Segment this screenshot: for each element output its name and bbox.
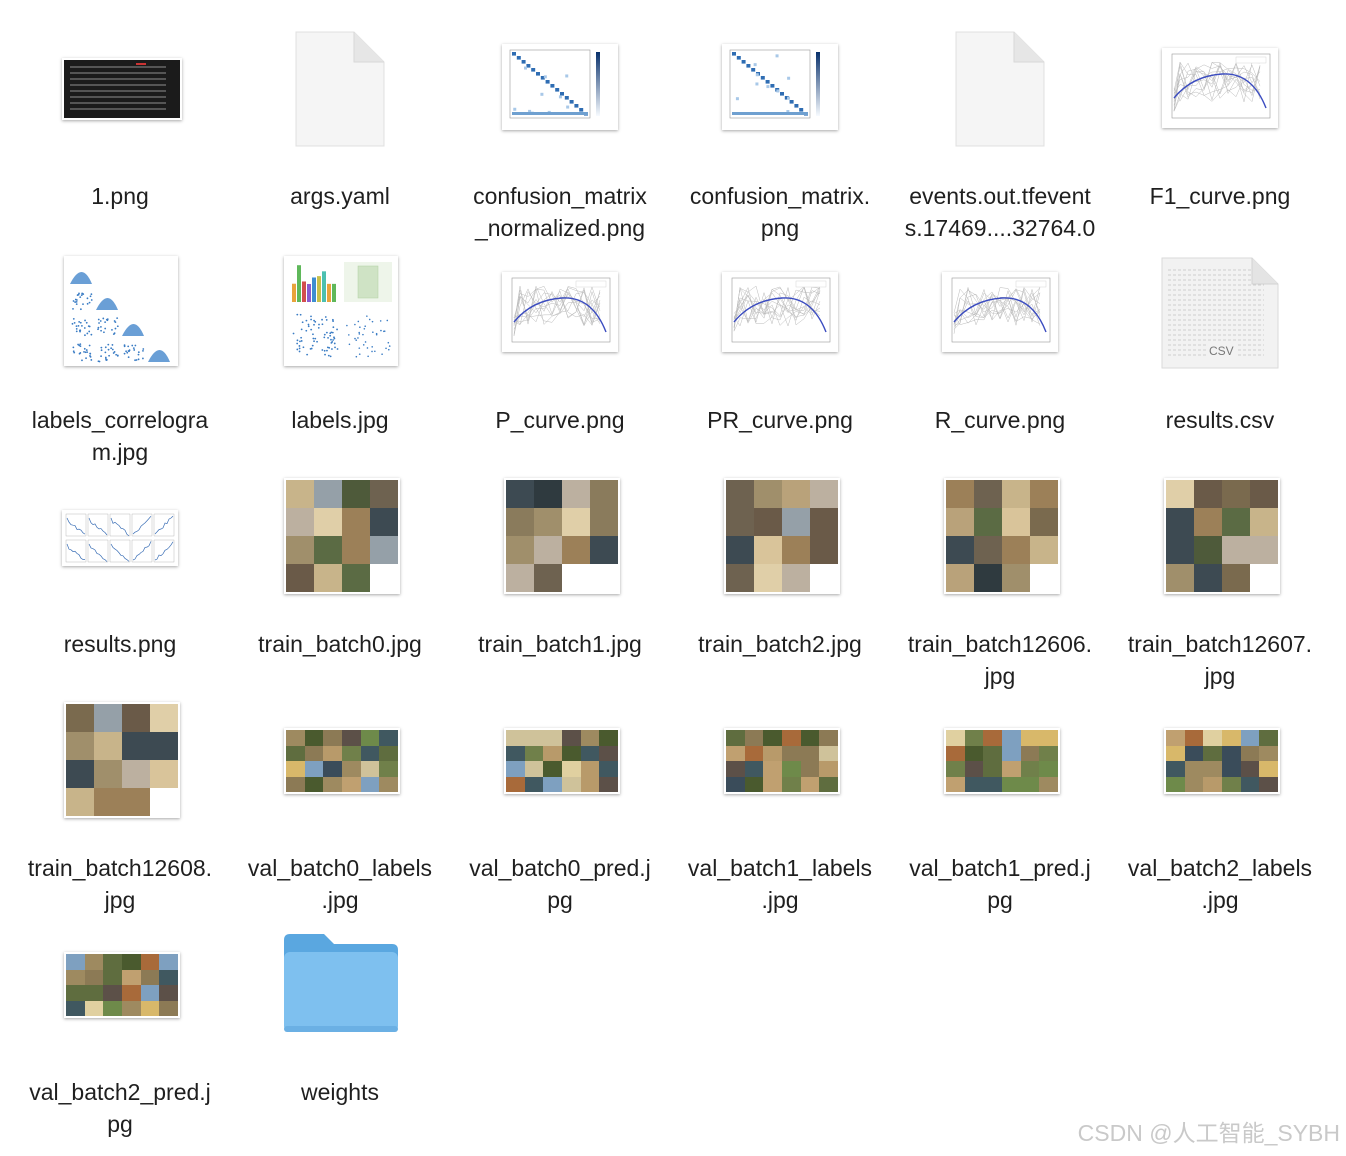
file-item[interactable]: events.out.tfevent s.17469....32764.0 bbox=[890, 30, 1110, 250]
confusion-matrix-thumbnail bbox=[502, 44, 618, 130]
file-name-label: val_batch0_labels .jpg bbox=[247, 855, 433, 913]
file-item[interactable]: CSV results.csv bbox=[1110, 254, 1330, 474]
file-name-label: val_batch1_pred.j pg bbox=[909, 855, 1091, 913]
file-item[interactable]: val_batch0_pred.j pg bbox=[450, 702, 670, 922]
file-item[interactable]: train_batch12608. jpg bbox=[10, 702, 230, 922]
photo-mosaic-thumbnail bbox=[64, 952, 180, 1018]
file-name-label: F1_curve.png bbox=[1149, 183, 1291, 209]
file-item[interactable]: train_batch2.jpg bbox=[670, 478, 890, 698]
file-name-label: events.out.tfevent s.17469....32764.0 bbox=[904, 183, 1096, 241]
file-item[interactable]: train_batch0.jpg bbox=[230, 478, 450, 698]
labels-plot-thumbnail bbox=[284, 256, 398, 366]
file-item[interactable]: F1_curve.png bbox=[1110, 30, 1330, 250]
file-name-label: val_batch2_labels .jpg bbox=[1127, 855, 1313, 913]
folder-icon bbox=[280, 930, 402, 1036]
file-name-label: results.png bbox=[63, 631, 177, 657]
file-name-label: weights bbox=[301, 1079, 379, 1105]
file-name-label: train_batch12607. jpg bbox=[1127, 631, 1313, 689]
photo-mosaic-thumbnail bbox=[724, 728, 840, 794]
file-name-label: P_curve.png bbox=[495, 407, 625, 433]
curve-plot-thumbnail bbox=[1162, 48, 1278, 128]
file-name-label: PR_curve.png bbox=[707, 407, 853, 433]
file-item[interactable]: P_curve.png bbox=[450, 254, 670, 474]
curve-plot-thumbnail bbox=[502, 272, 618, 352]
document-icon bbox=[952, 30, 1048, 150]
file-name-label: train_batch0.jpg bbox=[258, 631, 422, 657]
file-item[interactable]: train_batch1.jpg bbox=[450, 478, 670, 698]
file-name-label: args.yaml bbox=[290, 183, 390, 209]
file-item[interactable]: labels.jpg bbox=[230, 254, 450, 474]
photo-grid-thumbnail bbox=[64, 702, 180, 818]
file-item[interactable]: results.png bbox=[10, 478, 230, 698]
file-item[interactable]: val_batch1_pred.j pg bbox=[890, 702, 1110, 922]
file-name-label: val_batch2_pred.j pg bbox=[29, 1079, 211, 1137]
file-name-label: labels_correlogra m.jpg bbox=[31, 407, 209, 465]
correlogram-thumbnail bbox=[64, 256, 178, 366]
file-item[interactable]: confusion_matrix. png bbox=[670, 30, 890, 250]
photo-mosaic-thumbnail bbox=[284, 728, 400, 794]
file-name-label: 1.png bbox=[91, 183, 149, 209]
watermark: CSDN @人工智能_SYBH bbox=[1077, 1120, 1340, 1146]
results-plot-thumbnail bbox=[62, 510, 178, 566]
file-item[interactable]: 1.png bbox=[10, 30, 230, 250]
photo-grid-thumbnail bbox=[944, 478, 1060, 594]
file-item[interactable]: train_batch12606. jpg bbox=[890, 478, 1110, 698]
photo-mosaic-thumbnail bbox=[504, 728, 620, 794]
file-name-label: train_batch12608. jpg bbox=[27, 855, 213, 913]
file-item[interactable]: val_batch2_pred.j pg bbox=[10, 926, 230, 1146]
file-item[interactable]: train_batch12607. jpg bbox=[1110, 478, 1330, 698]
file-name-label: confusion_matrix _normalized.png bbox=[473, 183, 647, 241]
file-name-label: train_batch2.jpg bbox=[698, 631, 862, 657]
file-item[interactable]: val_batch2_labels .jpg bbox=[1110, 702, 1330, 922]
file-item[interactable]: labels_correlogra m.jpg bbox=[10, 254, 230, 474]
file-item[interactable]: val_batch1_labels .jpg bbox=[670, 702, 890, 922]
confusion-matrix-thumbnail bbox=[722, 44, 838, 130]
file-item[interactable]: R_curve.png bbox=[890, 254, 1110, 474]
photo-grid-thumbnail bbox=[504, 478, 620, 594]
file-name-label: train_batch1.jpg bbox=[478, 631, 642, 657]
file-item[interactable]: weights bbox=[230, 926, 450, 1146]
document-icon bbox=[292, 30, 388, 150]
photo-grid-thumbnail bbox=[284, 478, 400, 594]
csv-document-icon: CSV bbox=[1158, 256, 1282, 372]
photo-grid-thumbnail bbox=[724, 478, 840, 594]
file-name-label: labels.jpg bbox=[291, 407, 389, 433]
screenshot-thumbnail bbox=[62, 58, 182, 120]
file-name-label: val_batch0_pred.j pg bbox=[469, 855, 651, 913]
file-name-label: results.csv bbox=[1165, 407, 1275, 433]
curve-plot-thumbnail bbox=[722, 272, 838, 352]
photo-grid-thumbnail bbox=[1164, 478, 1280, 594]
file-name-label: train_batch12606. jpg bbox=[907, 631, 1093, 689]
file-item[interactable]: val_batch0_labels .jpg bbox=[230, 702, 450, 922]
file-item[interactable]: args.yaml bbox=[230, 30, 450, 250]
photo-mosaic-thumbnail bbox=[1164, 728, 1280, 794]
file-name-label: confusion_matrix. png bbox=[689, 183, 871, 241]
file-name-label: val_batch1_labels .jpg bbox=[687, 855, 873, 913]
file-item[interactable]: PR_curve.png bbox=[670, 254, 890, 474]
file-item[interactable]: confusion_matrix _normalized.png bbox=[450, 30, 670, 250]
file-name-label: R_curve.png bbox=[934, 407, 1066, 433]
photo-mosaic-thumbnail bbox=[944, 728, 1060, 794]
csv-badge: CSV bbox=[1206, 344, 1237, 358]
curve-plot-thumbnail bbox=[942, 272, 1058, 352]
